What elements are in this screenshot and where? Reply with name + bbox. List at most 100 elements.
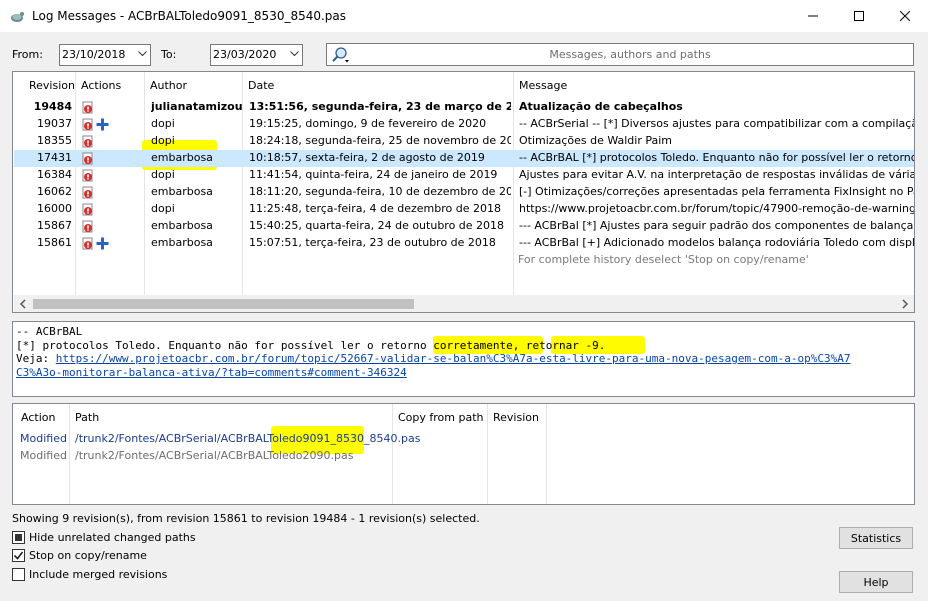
date-cell: 11:25:48, terça-feira, 4 de dezembro de … bbox=[249, 202, 501, 215]
checkbox-label: Hide unrelated changed paths bbox=[29, 531, 196, 544]
revision-cell: 16062 bbox=[37, 185, 72, 198]
path-action-cell: Modified bbox=[20, 432, 67, 445]
log-list[interactable]: Revision Actions Author Date Message 194… bbox=[12, 71, 915, 313]
revision-cell: 18355 bbox=[37, 134, 72, 147]
revision-cell: 15861 bbox=[37, 236, 72, 249]
message-cell: Ajustes para evitar A.V. na interpretaçã… bbox=[519, 168, 914, 181]
search-input[interactable] bbox=[355, 46, 905, 63]
message-cell: Otimizações de Waldir Paim bbox=[519, 134, 673, 147]
search-icon[interactable] bbox=[331, 46, 351, 64]
maximize-button[interactable] bbox=[836, 0, 882, 32]
date-cell: 10:18:57, sexta-feira, 2 de agosto de 20… bbox=[249, 151, 485, 164]
message-pane[interactable]: -- ACBrBAL [*] protocolos Toledo. Enquan… bbox=[12, 321, 915, 397]
path-cell: /trunk2/Fontes/ACBrSerial/ACBrBALToledo2… bbox=[75, 449, 354, 462]
path-row[interactable]: Modified/trunk2/Fontes/ACBrSerial/ACBrBA… bbox=[13, 448, 913, 465]
forum-link-continued[interactable]: C3%A3o-monitorar-balanca-ativa/?tab=comm… bbox=[16, 366, 407, 379]
message-cell: Atualização de cabeçalhos bbox=[519, 100, 683, 113]
forum-link[interactable]: https://www.projetoacbr.com.br/forum/top… bbox=[56, 352, 851, 365]
maximize-icon bbox=[854, 11, 864, 21]
column-header-path[interactable]: Path bbox=[69, 404, 99, 430]
actions-cell bbox=[82, 117, 142, 131]
author-cell: embarbosa bbox=[151, 236, 213, 249]
column-header-revision[interactable]: Revision bbox=[23, 72, 75, 98]
log-row[interactable]: 16384 dopi 11:41:54, quinta-feira, 24 de j… bbox=[14, 167, 914, 184]
log-row[interactable]: 16062 embarbosa 18:11:20, segunda-feira, 1… bbox=[14, 184, 914, 201]
statistics-button[interactable]: Statistics bbox=[839, 527, 913, 549]
date-cell: 15:40:25, quarta-feira, 24 de outubro de… bbox=[249, 219, 505, 232]
author-cell: dopi bbox=[151, 117, 175, 130]
check-icon bbox=[13, 551, 24, 560]
log-row[interactable]: 15861 embarbosa 15:07:51, terça-feira, 23 … bbox=[14, 235, 914, 252]
horizontal-scrollbar[interactable] bbox=[14, 295, 914, 312]
close-icon bbox=[900, 11, 910, 21]
search-box[interactable] bbox=[326, 43, 914, 66]
scrollbar-thumb[interactable] bbox=[33, 299, 414, 309]
column-header-date[interactable]: Date bbox=[242, 72, 274, 98]
revision-cell: 16384 bbox=[37, 168, 72, 181]
log-row[interactable]: 19037 dopi 19:15:25, domingo, 9 de feverei… bbox=[14, 116, 914, 133]
actions-cell bbox=[82, 185, 142, 199]
author-cell: embarbosa bbox=[151, 219, 213, 232]
column-header-author[interactable]: Author bbox=[144, 72, 187, 98]
revision-cell: 16000 bbox=[37, 202, 72, 215]
log-row[interactable]: 18355 dopi 18:24:18, segunda-feira, 25 de … bbox=[14, 133, 914, 150]
changed-paths-list[interactable]: Action Path Copy from path Revision Modi… bbox=[12, 403, 915, 505]
added-action-icon bbox=[96, 237, 109, 249]
checkbox-label: Include merged revisions bbox=[29, 568, 168, 581]
checkbox-checked[interactable] bbox=[12, 549, 25, 562]
actions-cell bbox=[82, 219, 142, 233]
author-cell: dopi bbox=[151, 168, 175, 181]
message-line: [*] protocolos Toledo. Enquanto não for … bbox=[16, 338, 606, 352]
message-cell: --- ACBrBal [+] Adicionado modelos balan… bbox=[519, 236, 914, 249]
chevron-down-icon bbox=[290, 51, 299, 57]
from-date-value: 23/10/2018 bbox=[62, 48, 126, 61]
to-date-picker[interactable]: 23/03/2020 bbox=[210, 44, 303, 66]
date-cell: 15:07:51, terça-feira, 23 de outubro de … bbox=[249, 236, 496, 249]
log-row[interactable]: 19484 julianatamizou 13:51:56, segunda-fei… bbox=[14, 99, 914, 116]
revision-cell: 19484 bbox=[33, 100, 72, 113]
scroll-left-icon[interactable] bbox=[17, 298, 29, 310]
actions-cell bbox=[82, 100, 142, 114]
path-row[interactable]: Modified/trunk2/Fontes/ACBrSerial/ACBrBA… bbox=[13, 431, 913, 448]
message-cell: --- ACBrBal [*] Ajustes para seguir padr… bbox=[519, 219, 914, 232]
help-button[interactable]: Help bbox=[839, 571, 913, 593]
message-line: -- ACBrBAL bbox=[16, 325, 83, 338]
author-cell: embarbosa bbox=[151, 185, 213, 198]
modified-action-icon bbox=[82, 237, 93, 249]
actions-cell bbox=[82, 151, 142, 165]
from-date-picker[interactable]: 23/10/2018 bbox=[59, 44, 151, 66]
checkbox-indeterminate[interactable] bbox=[12, 531, 25, 544]
author-cell: dopi bbox=[151, 202, 175, 215]
message-text: -- ACBrBAL [*] protocolos Toledo. Enquan… bbox=[16, 325, 850, 379]
to-date-value: 23/03/2020 bbox=[213, 48, 277, 61]
title-bar: Log Messages - ACBrBALToledo9091_8530_85… bbox=[0, 0, 928, 32]
modified-action-icon bbox=[82, 186, 93, 198]
added-action-icon bbox=[96, 118, 109, 130]
revision-cell: 17431 bbox=[37, 151, 72, 164]
author-cell: julianatamizou bbox=[151, 100, 243, 113]
actions-cell bbox=[82, 236, 142, 250]
actions-cell bbox=[82, 134, 142, 148]
column-header-action[interactable]: Action bbox=[15, 404, 55, 430]
column-header-actions[interactable]: Actions bbox=[75, 72, 121, 98]
log-row[interactable]: 17431 embarbosa 10:18:57, sexta-feira, 2 d… bbox=[14, 150, 914, 167]
column-header-message[interactable]: Message bbox=[513, 72, 567, 98]
date-cell: 18:11:20, segunda-feira, 10 de dezembro … bbox=[249, 185, 511, 198]
message-cell: [-] Otimizações/correções apresentadas p… bbox=[519, 185, 914, 198]
status-text: Showing 9 revision(s), from revision 158… bbox=[12, 512, 480, 525]
checkbox-label: Stop on copy/rename bbox=[29, 549, 147, 562]
log-row[interactable]: 16000 dopi 11:25:48, terça-feira, 4 de dez… bbox=[14, 201, 914, 218]
modified-action-icon bbox=[82, 220, 93, 232]
close-button[interactable] bbox=[882, 0, 928, 32]
checkbox-unchecked[interactable] bbox=[12, 568, 25, 581]
modified-action-icon bbox=[82, 118, 93, 130]
date-cell: 11:41:54, quinta-feira, 24 de janeiro de… bbox=[249, 168, 498, 181]
column-header-copy-from-path[interactable]: Copy from path bbox=[392, 404, 484, 430]
scroll-right-icon[interactable] bbox=[899, 298, 911, 310]
modified-action-icon bbox=[82, 169, 93, 181]
minimize-button[interactable] bbox=[790, 0, 836, 32]
log-row[interactable]: 15867 embarbosa 15:40:25, quarta-feira, 24… bbox=[14, 218, 914, 235]
revision-cell: 19037 bbox=[37, 117, 72, 130]
column-header-revision[interactable]: Revision bbox=[487, 404, 539, 430]
date-cell: 13:51:56, segunda-feira, 23 de março de … bbox=[249, 100, 511, 113]
